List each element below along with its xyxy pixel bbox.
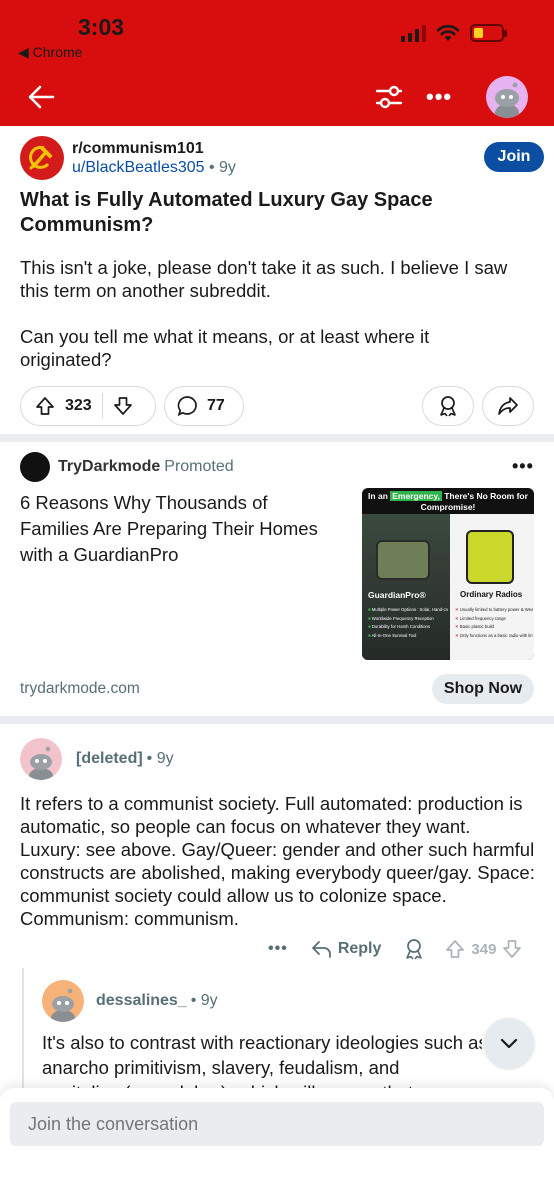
comment-avatar[interactable]	[20, 738, 62, 780]
award-icon[interactable]	[403, 938, 425, 960]
comment-line: anarcho primitivism, slavery, feudalism,…	[42, 1057, 400, 1078]
ad-image-right-label: Ordinary Radios	[460, 590, 523, 599]
ad-title[interactable]: 6 Reasons Why Thousands of Families Are …	[20, 490, 340, 568]
comment-line: It's also to contrast with reactionary i…	[42, 1032, 482, 1053]
vote-count: 323	[65, 397, 92, 414]
snoo-avatar-icon	[51, 988, 75, 1022]
collapse-thread-button[interactable]	[484, 1018, 534, 1068]
share-icon	[498, 397, 518, 415]
snoo-avatar-icon	[29, 746, 53, 780]
back-to-app-link[interactable]: ◀ Chrome	[18, 44, 82, 61]
battery-icon	[470, 24, 507, 42]
comment-age: • 9y	[146, 750, 174, 767]
share-button[interactable]	[482, 386, 534, 426]
hammer-sickle-icon	[29, 145, 52, 170]
comment-author-line: [deleted] • 9y	[76, 750, 174, 768]
comment-author[interactable]: dessalines_	[96, 992, 187, 1009]
comment-actions: ••• Reply 349	[268, 936, 522, 962]
advertiser-name[interactable]: TryDarkmode	[58, 458, 160, 475]
shop-now-button[interactable]: Shop Now	[432, 674, 534, 704]
chevron-down-icon	[500, 1038, 518, 1049]
comment-vote-count: 349	[471, 940, 497, 958]
user-avatar[interactable]	[486, 76, 528, 118]
more-options-icon[interactable]: •••	[426, 84, 452, 110]
comment-author[interactable]: [deleted]	[76, 750, 143, 767]
comment-icon	[177, 396, 197, 417]
back-arrow-icon[interactable]	[26, 82, 56, 112]
comment-avatar[interactable]	[42, 980, 84, 1022]
status-indicators	[401, 24, 507, 42]
ad-more-options-icon[interactable]: •••	[512, 456, 534, 477]
post-body-paragraph: Can you tell me what it means, or at lea…	[20, 326, 430, 370]
downvote-icon[interactable]	[502, 939, 522, 959]
vote-divider	[101, 393, 103, 419]
ordinary-radio-picture	[466, 530, 514, 584]
snoo-avatar-icon	[495, 82, 519, 118]
comment-author-line: dessalines_ • 9y	[96, 992, 218, 1010]
author-link[interactable]: u/BlackBeatles305	[72, 159, 205, 176]
ad-image-headline: In an Emergency, There's No Room for Com…	[368, 491, 528, 512]
advertiser-line: TryDarkmode Promoted	[58, 458, 234, 476]
ad-image-right-panel: Ordinary Radios Usually limited to batte…	[450, 514, 534, 660]
comment-age: • 9y	[190, 992, 218, 1009]
comment-more-icon[interactable]: •••	[268, 940, 288, 958]
guardianpro-radio-picture	[376, 540, 430, 580]
upvote-icon[interactable]	[445, 939, 465, 959]
section-divider	[0, 434, 554, 442]
comment-body: It refers to a communist society. Full a…	[20, 793, 535, 929]
ad-image-left-list: Multiple Power Options : Solar, Hand-cra…	[368, 606, 448, 640]
ad-domain[interactable]: trydarkmode.com	[20, 680, 140, 698]
promoted-label: Promoted	[164, 458, 234, 475]
join-conversation-input[interactable]	[10, 1102, 544, 1146]
reply-icon[interactable]	[310, 938, 332, 960]
wifi-icon	[436, 24, 460, 41]
ad-image-right-list: Usually limited to battery power & Weak …	[455, 606, 533, 640]
ad-image-left-label: GuardianPro®	[368, 590, 426, 600]
app-header: 3:03 ◀ Chrome •••	[0, 0, 554, 126]
ad-image[interactable]: In an Emergency, There's No Room for Com…	[362, 488, 534, 660]
post-author: u/BlackBeatles305 • 9y	[72, 159, 236, 177]
subreddit-icon[interactable]	[20, 136, 64, 180]
downvote-icon[interactable]	[113, 396, 133, 416]
award-button[interactable]	[422, 386, 474, 426]
comment-count: 77	[207, 397, 225, 414]
cellular-signal-icon	[401, 24, 426, 42]
comments-button[interactable]: 77	[164, 386, 244, 426]
status-time: 3:03	[78, 14, 125, 40]
vote-bar: 323	[20, 386, 156, 426]
filter-icon[interactable]	[374, 82, 404, 112]
post-age: • 9y	[208, 159, 236, 176]
join-button[interactable]: Join	[484, 142, 544, 172]
ad-image-left-panel: GuardianPro® Multiple Power Options : So…	[362, 514, 450, 660]
upvote-icon[interactable]	[35, 396, 55, 416]
reply-button[interactable]: Reply	[338, 940, 382, 958]
advertiser-logo[interactable]	[20, 452, 50, 482]
comment-composer	[0, 1088, 554, 1200]
section-divider	[0, 716, 554, 724]
post-body-paragraph: This isn't a joke, please don't take it …	[20, 257, 508, 301]
post-title: What is Fully Automated Luxury Gay Space…	[20, 189, 433, 236]
subreddit-name[interactable]: r/communism101	[72, 140, 204, 158]
post-body: This isn't a joke, please don't take it …	[20, 256, 520, 371]
award-icon	[440, 396, 456, 417]
